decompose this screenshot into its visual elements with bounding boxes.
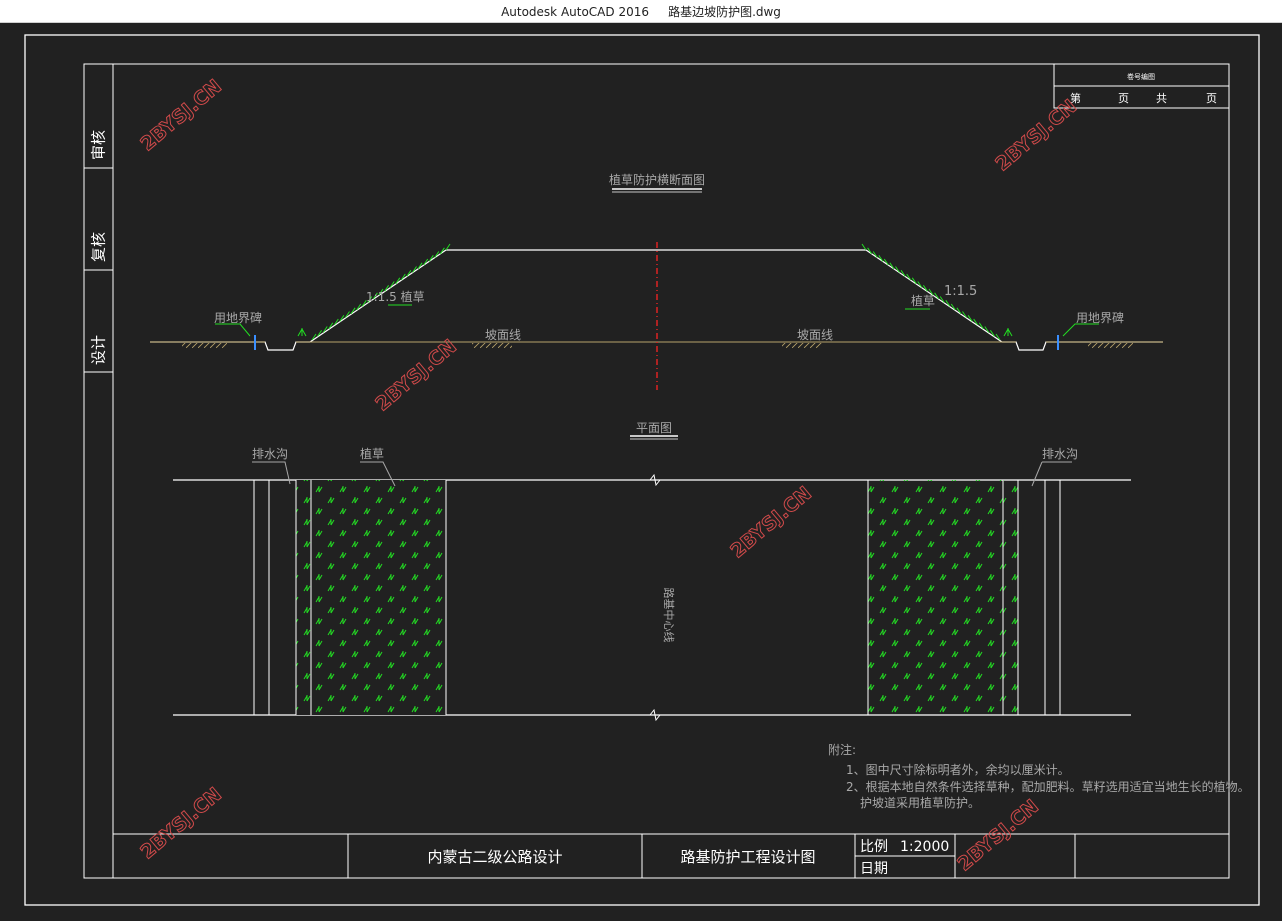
drawing-canvas[interactable]: 审核 复核 设计 卷号编图 第 页 共 页 植草防护横断面图 1:1.5 植草 …: [0, 22, 1282, 917]
grass-label-plan: 植草: [360, 446, 384, 461]
grass-area-right: [868, 480, 1018, 715]
grass-label-right: 植草: [911, 293, 935, 308]
plan-title: 平面图: [636, 421, 672, 435]
slope-left-label: 1:1.5 植草: [366, 289, 425, 304]
design-label: 设计: [90, 335, 108, 365]
drawing-name: 路基防护工程设计图: [680, 848, 815, 866]
notes-title: 附注:: [828, 742, 856, 757]
boundary-label-left: 用地界碑: [214, 310, 262, 325]
cross-section: [150, 242, 1163, 390]
title-block: 内蒙古二级公路设计 路基防护工程设计图 比例 1:2000 日期: [113, 833, 1229, 878]
ditch-label-left: 排水沟: [252, 447, 288, 461]
box-total-label: 共: [1156, 92, 1167, 105]
scale-label: 比例: [860, 839, 888, 855]
watermark: 2BYSJ.CN: [726, 482, 815, 562]
scale-value: 1:2000: [900, 839, 949, 855]
plan-view: [173, 461, 1131, 722]
file-name: 路基边坡防护图.dwg: [668, 5, 781, 19]
top-right-box: 卷号编图 第 页 共 页: [1053, 63, 1230, 109]
date-label: 日期: [860, 861, 888, 877]
note-2: 2、根据本地自然条件选择草种，配加肥料。草籽选用适宜当地生长的植物。: [846, 779, 1250, 794]
window-title: Autodesk AutoCAD 2016 路基边坡防护图.dwg: [0, 3, 1282, 20]
watermark: 2BYSJ.CN: [371, 335, 460, 415]
box-page-unit: 页: [1118, 92, 1129, 105]
outer-frame: [24, 34, 1260, 906]
section-title: 植草防护横断面图: [609, 172, 705, 187]
box-total-unit: 页: [1206, 92, 1217, 105]
watermarks: 2BYSJ.CN 2BYSJ.CN 2BYSJ.CN 2BYSJ.CN 2BYS…: [136, 75, 1081, 876]
ground-line-label-right: 坡面线: [797, 328, 833, 342]
watermark: 2BYSJ.CN: [136, 783, 225, 863]
note-3: 护坡道采用植草防护。: [860, 795, 980, 810]
slope-grass-right: [861, 243, 1001, 341]
review-label: 审核: [90, 130, 108, 160]
notes: 附注: 1、图中尺寸除标明者外，余均以厘米计。 2、根据本地自然条件选择草种，配…: [828, 742, 1250, 810]
grass-area-left: [296, 480, 446, 715]
ditch-label-right: 排水沟: [1042, 447, 1078, 461]
title-bar: Autodesk AutoCAD 2016 路基边坡防护图.dwg: [0, 0, 1282, 23]
slope-right-ratio: 1:1.5: [944, 284, 977, 299]
project-name: 内蒙古二级公路设计: [427, 848, 562, 866]
recheck-label: 复核: [90, 232, 108, 262]
ground-line-label-left: 坡面线: [485, 328, 521, 342]
centerline-label: 路基中心线: [662, 588, 676, 643]
boundary-label-right: 用地界碑: [1076, 310, 1124, 325]
cad-drawing[interactable]: 审核 复核 设计 卷号编图 第 页 共 页 植草防护横断面图 1:1.5 植草 …: [0, 22, 1282, 917]
note-1: 1、图中尺寸除标明者外，余均以厘米计。: [846, 762, 1070, 777]
box-header: 卷号编图: [1127, 72, 1155, 81]
app-name: Autodesk AutoCAD 2016: [501, 5, 649, 19]
watermark: 2BYSJ.CN: [136, 75, 225, 155]
watermark: 2BYSJ.CN: [991, 95, 1080, 175]
